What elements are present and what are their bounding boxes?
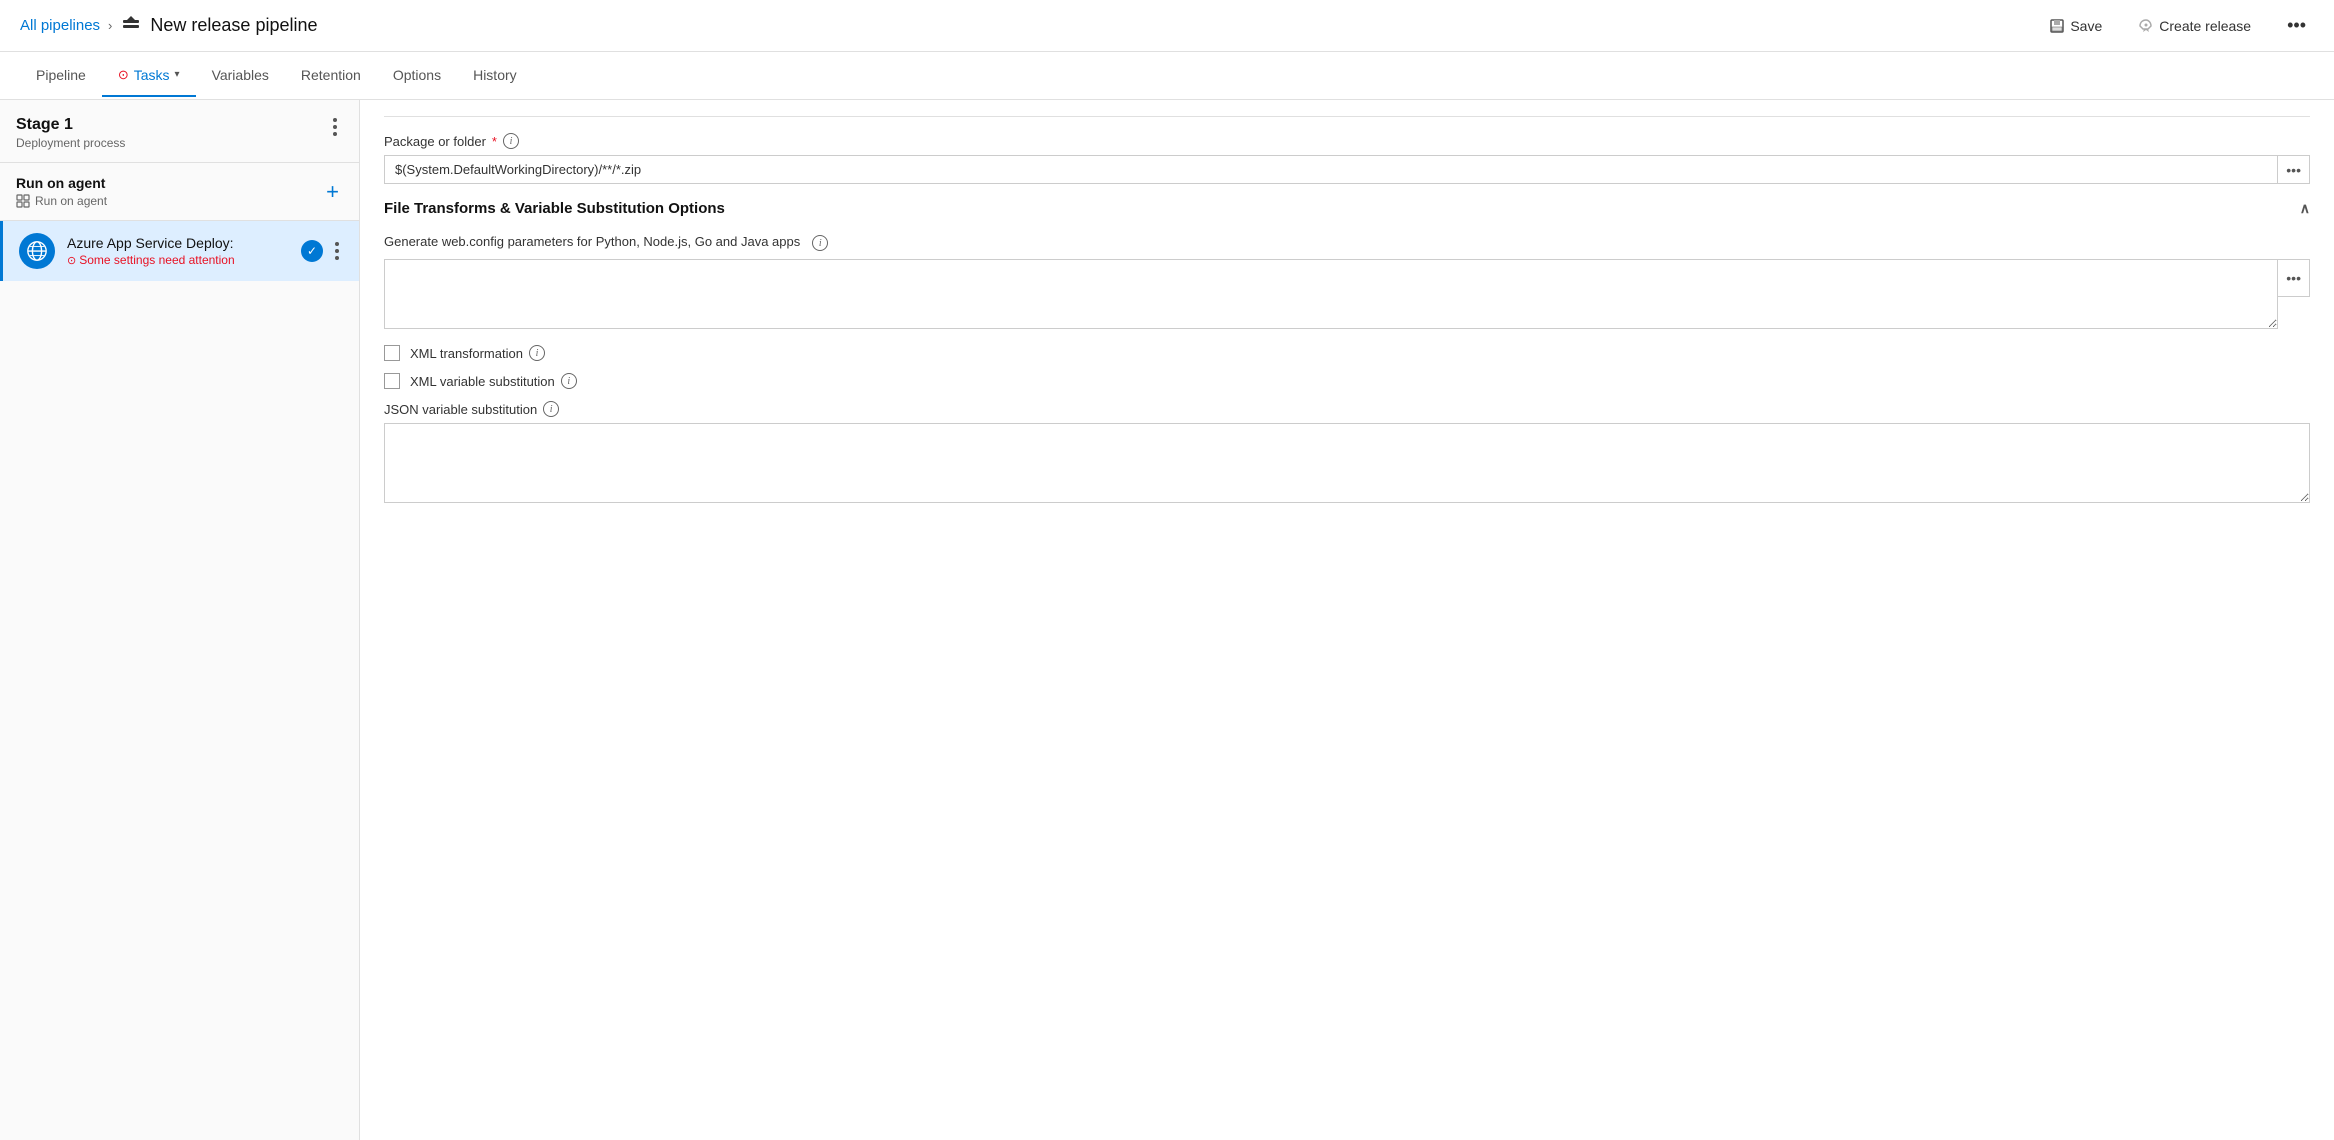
package-folder-field: Package or folder * i ••• <box>384 133 2310 184</box>
xml-variable-substitution-row: XML variable substitution i <box>384 373 2310 389</box>
package-folder-label: Package or folder * i <box>384 133 2310 149</box>
task-info: Azure App Service Deploy: ⊙ Some setting… <box>67 235 301 267</box>
tasks-warning-icon: ⊙ <box>118 67 129 83</box>
file-transforms-section: File Transforms & Variable Substitution … <box>384 200 2310 506</box>
tab-variables[interactable]: Variables <box>196 55 285 97</box>
azure-app-service-icon <box>26 240 48 262</box>
task-item[interactable]: Azure App Service Deploy: ⊙ Some setting… <box>0 221 359 281</box>
xml-variable-substitution-info-icon[interactable]: i <box>561 373 577 389</box>
save-icon <box>2049 18 2065 34</box>
xml-transformation-row: XML transformation i <box>384 345 2310 361</box>
breadcrumb: All pipelines › New release pipeline <box>20 15 318 37</box>
tab-options[interactable]: Options <box>377 55 457 97</box>
more-options-button[interactable]: ••• <box>2279 11 2314 40</box>
task-name: Azure App Service Deploy: <box>67 235 301 251</box>
agent-section: Run on agent Run on agent + <box>0 163 359 221</box>
stage-more-button[interactable] <box>327 116 343 138</box>
required-indicator: * <box>492 134 497 149</box>
tab-history[interactable]: History <box>457 55 533 97</box>
generate-webconfig-more-button[interactable]: ••• <box>2278 259 2310 297</box>
stage-subtitle: Deployment process <box>16 136 125 150</box>
xml-transformation-checkbox[interactable] <box>384 345 400 361</box>
json-variable-substitution-field: JSON variable substitution i <box>384 401 2310 506</box>
xml-transformation-label: XML transformation i <box>410 345 545 361</box>
tab-retention[interactable]: Retention <box>285 55 377 97</box>
package-folder-input-row: ••• <box>384 155 2310 184</box>
save-button[interactable]: Save <box>2041 14 2110 38</box>
agent-title: Run on agent <box>16 175 107 191</box>
generate-webconfig-info-icon[interactable]: i <box>812 235 828 251</box>
collapse-section-icon[interactable]: ∧ <box>2300 200 2310 217</box>
task-dots-icon <box>335 242 339 260</box>
generate-webconfig-input[interactable] <box>384 259 2278 329</box>
save-label: Save <box>2070 18 2102 34</box>
json-variable-substitution-input[interactable] <box>384 423 2310 503</box>
header-actions: Save Create release ••• <box>2041 11 2314 40</box>
add-task-button[interactable]: + <box>322 179 343 205</box>
stage-info: Stage 1 Deployment process <box>16 116 125 150</box>
generate-webconfig-input-row: ••• <box>384 259 2310 329</box>
breadcrumb-separator: › <box>108 18 112 33</box>
generate-webconfig-text: Generate web.config parameters for Pytho… <box>384 234 800 249</box>
main-layout: Stage 1 Deployment process Run on agent <box>0 100 2334 1140</box>
agent-info: Run on agent Run on agent <box>16 175 107 208</box>
stage-more-dots-icon <box>333 118 337 136</box>
file-transforms-title: File Transforms & Variable Substitution … <box>384 200 725 217</box>
generate-webconfig-label: Generate web.config parameters for Pytho… <box>384 231 2310 251</box>
json-variable-substitution-label: JSON variable substitution i <box>384 401 2310 417</box>
page-header: All pipelines › New release pipeline Sav… <box>0 0 2334 52</box>
package-folder-more-button[interactable]: ••• <box>2278 155 2310 184</box>
json-variable-substitution-info-icon[interactable]: i <box>543 401 559 417</box>
agent-subtitle-text: Run on agent <box>35 194 107 208</box>
create-release-button[interactable]: Create release <box>2130 14 2259 38</box>
left-panel: Stage 1 Deployment process Run on agent <box>0 100 360 1140</box>
tasks-chevron-icon: ▾ <box>175 69 180 80</box>
all-pipelines-link[interactable]: All pipelines <box>20 17 100 34</box>
page-title: New release pipeline <box>150 15 317 36</box>
file-transforms-header: File Transforms & Variable Substitution … <box>384 200 2310 217</box>
task-actions: ✓ <box>301 238 343 264</box>
task-more-button[interactable] <box>331 238 343 264</box>
package-folder-input[interactable] <box>384 155 2278 184</box>
agent-grid-icon <box>16 194 30 208</box>
warning-circle-icon: ⊙ <box>67 254 76 267</box>
create-release-label: Create release <box>2159 18 2251 34</box>
stage-header: Stage 1 Deployment process <box>0 100 359 163</box>
package-folder-info-icon[interactable]: i <box>503 133 519 149</box>
rocket-icon <box>2138 18 2154 34</box>
task-icon-container <box>19 233 55 269</box>
scroll-continuation-line <box>384 116 2310 117</box>
task-warning: ⊙ Some settings need attention <box>67 253 301 267</box>
nav-tabs: Pipeline ⊙ Tasks ▾ Variables Retention O… <box>0 52 2334 100</box>
agent-subtitle: Run on agent <box>16 194 107 208</box>
tab-pipeline[interactable]: Pipeline <box>20 55 102 97</box>
stage-title: Stage 1 <box>16 116 125 134</box>
tab-tasks[interactable]: ⊙ Tasks ▾ <box>102 55 196 97</box>
task-check-icon: ✓ <box>301 240 323 262</box>
pipeline-icon <box>120 15 142 37</box>
xml-variable-substitution-checkbox[interactable] <box>384 373 400 389</box>
right-panel: Package or folder * i ••• File Transform… <box>360 100 2334 1140</box>
xml-variable-substitution-label: XML variable substitution i <box>410 373 577 389</box>
xml-transformation-info-icon[interactable]: i <box>529 345 545 361</box>
